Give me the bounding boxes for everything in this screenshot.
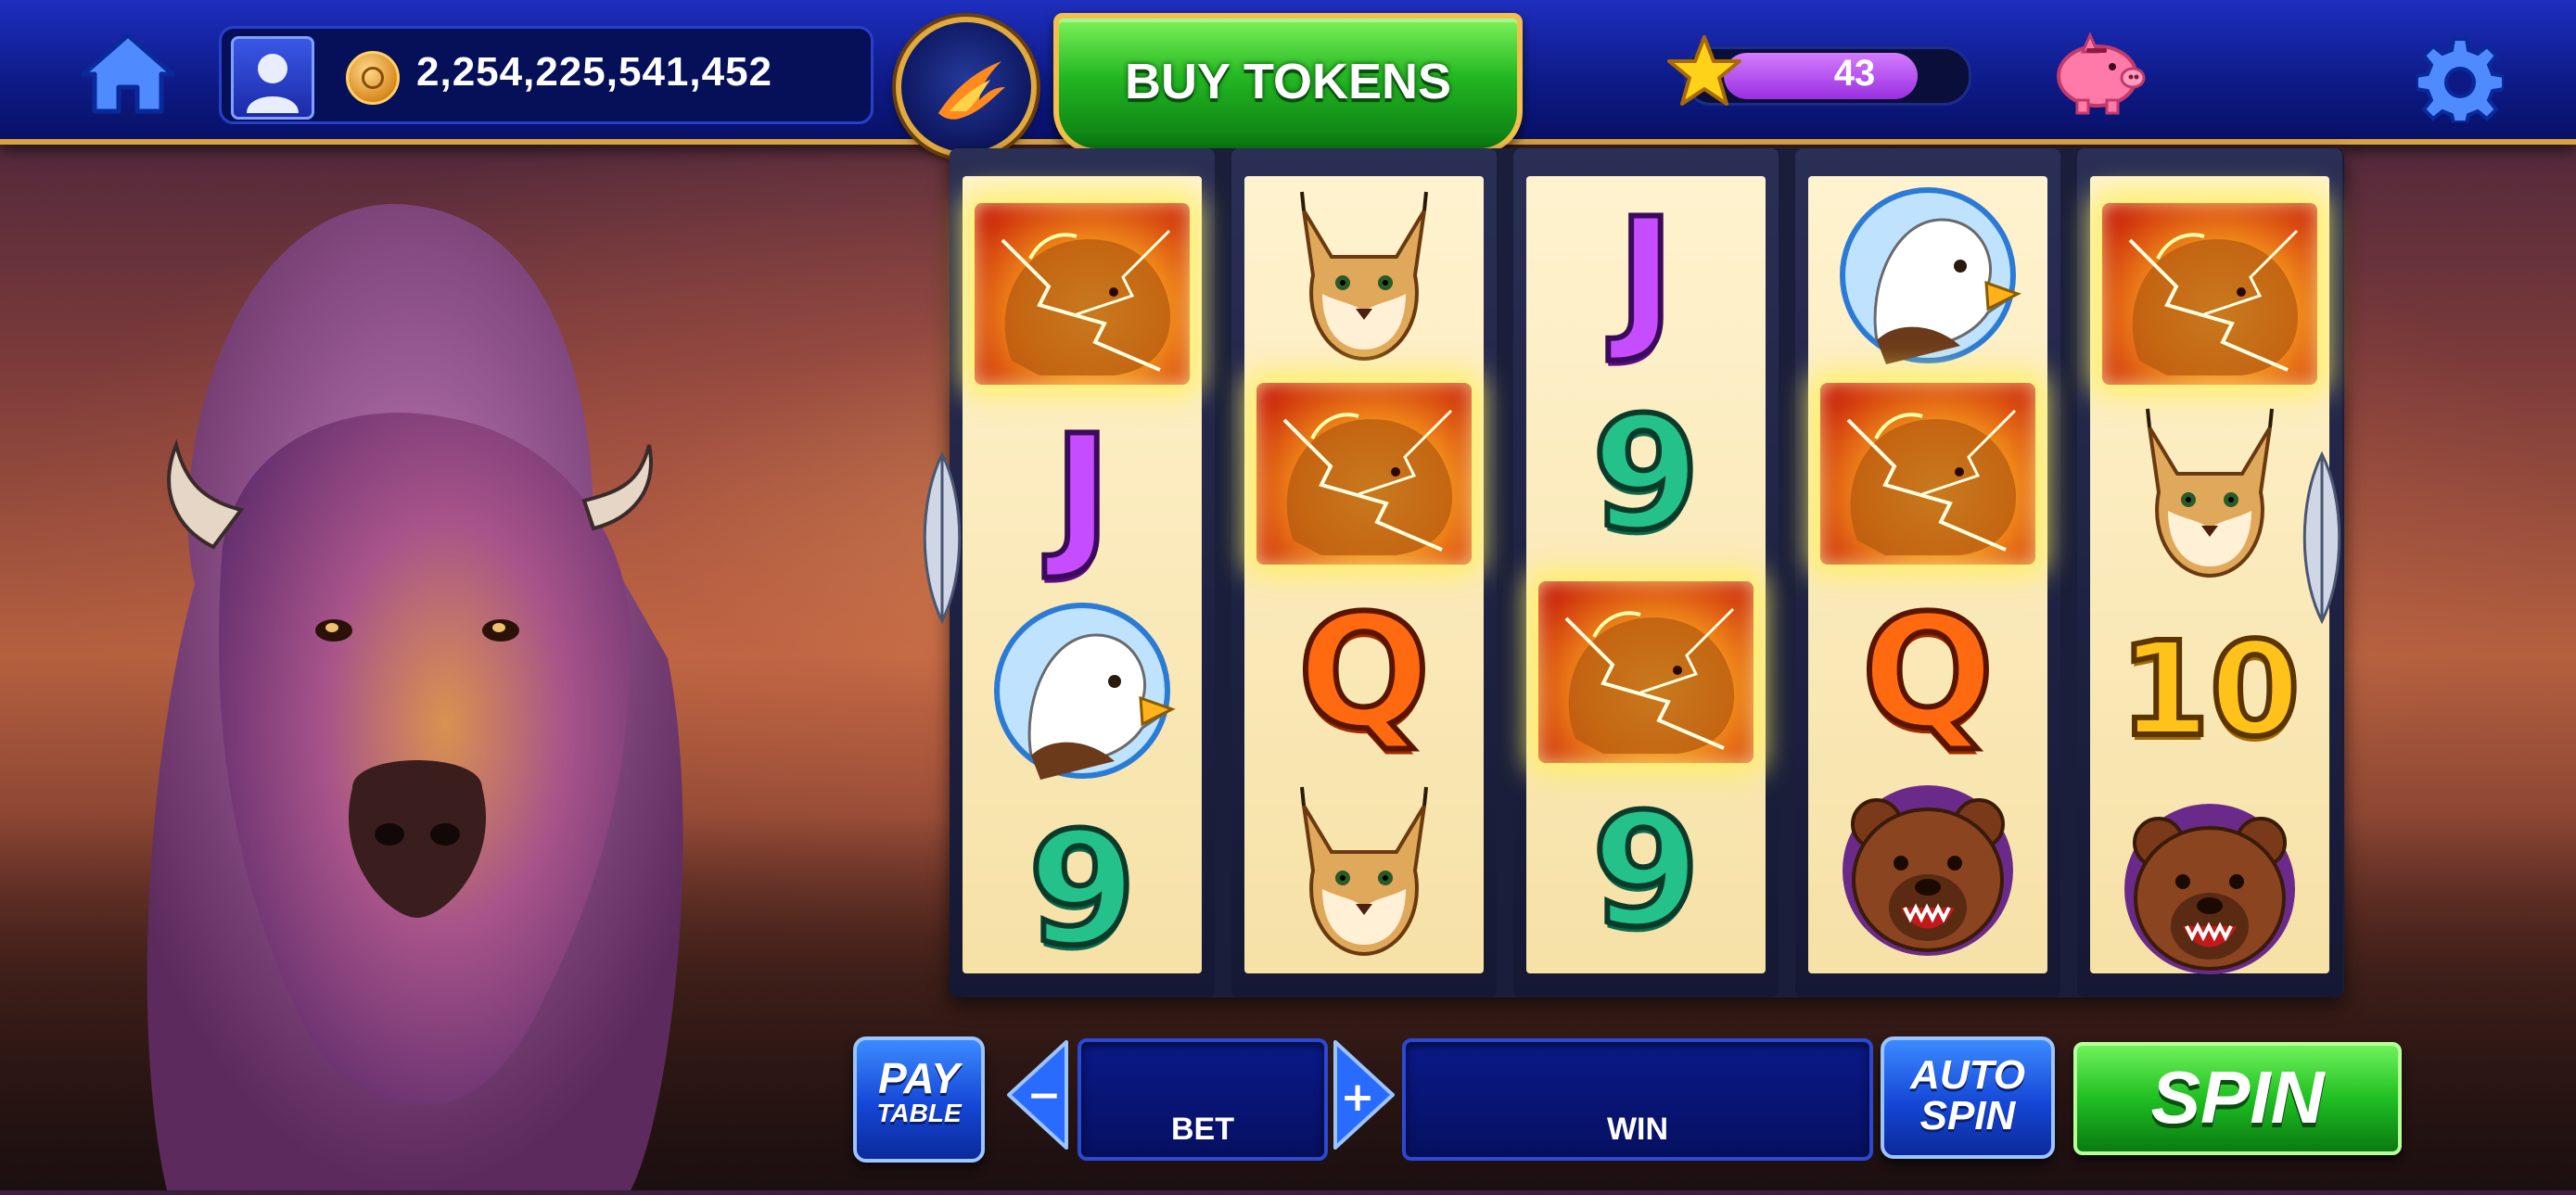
symbol-bison-icon	[2102, 203, 2317, 385]
buy-tokens-button[interactable]: BUY TOKENS	[1053, 13, 1523, 154]
symbol-q: Q	[1295, 581, 1434, 763]
symbol-eagle-icon	[985, 598, 1180, 783]
reel-cell	[1808, 771, 2047, 970]
bison-mascot	[111, 195, 779, 1190]
avatar-button[interactable]	[231, 36, 314, 120]
auto-spin-label-line2: SPIN	[1919, 1093, 2016, 1138]
top-bar: 2,254,225,541,452 BUY TOKENS 43	[0, 0, 2576, 158]
reel-cell	[1808, 375, 2047, 573]
reel-1: J9	[950, 148, 1215, 998]
home-button[interactable]	[80, 32, 176, 115]
symbol-bear-icon	[1830, 778, 2025, 963]
reel-cell: 9	[1526, 771, 1766, 970]
reel-cell	[2090, 790, 2329, 988]
reel-cell: 9	[963, 790, 1202, 988]
piggy-bank-icon	[2057, 32, 2146, 115]
symbol-lynx-icon	[1267, 183, 1461, 368]
feather-right-decoration	[2294, 445, 2350, 630]
arrow-left-icon: −	[1007, 1040, 1068, 1150]
reel-cell	[963, 195, 1202, 393]
feather-left-decoration	[914, 445, 970, 630]
reel-cell	[2090, 195, 2329, 393]
symbol-9: 9	[1589, 383, 1703, 565]
reel-cell	[1808, 176, 2047, 375]
bet-decrease-label: −	[1027, 1072, 1062, 1119]
bet-increase-button[interactable]: +	[1332, 1038, 1396, 1151]
pay-table-button[interactable]: PAY TABLE	[853, 1036, 985, 1163]
symbol-q: Q	[1859, 581, 1997, 763]
symbol-bear-icon	[2112, 796, 2307, 982]
symbol-j: J	[1614, 184, 1677, 366]
phoenix-badge[interactable]	[896, 17, 1037, 158]
symbol-lynx-icon	[2112, 400, 2307, 585]
reel-3: J99	[1513, 148, 1779, 998]
symbol-bison-icon	[1256, 383, 1472, 565]
auto-spin-label-line1: AUTO	[1910, 1052, 2025, 1098]
pay-table-label-line1: PAY	[878, 1054, 960, 1102]
reel-strip: Q	[1808, 176, 2047, 973]
reel-cell: J	[963, 393, 1202, 591]
reel-cell	[1244, 771, 1484, 970]
gear-icon	[2415, 37, 2506, 124]
reel-2: Q	[1231, 148, 1497, 998]
symbol-bison-icon	[1820, 383, 2035, 565]
bet-decrease-button[interactable]: −	[1005, 1038, 1070, 1151]
piggy-bank-button[interactable]	[2046, 24, 2148, 117]
symbol-lynx-icon	[1267, 778, 1461, 963]
balance-panel: 2,254,225,541,452	[219, 26, 874, 124]
reel-cell	[963, 591, 1202, 790]
win-label: WIN	[1606, 1112, 1669, 1147]
symbol-9: 9	[1026, 798, 1140, 980]
balance-value: 2,254,225,541,452	[416, 49, 773, 95]
reel-strip: Q	[1244, 176, 1484, 973]
bet-display: BET	[1078, 1038, 1328, 1161]
pay-table-label-line2: TABLE	[876, 1099, 962, 1127]
coin-icon	[346, 51, 400, 105]
symbol-j: J	[1051, 401, 1114, 583]
bet-label: BET	[1171, 1112, 1234, 1147]
symbol-bison-icon	[975, 203, 1190, 385]
reel-cell	[1244, 176, 1484, 375]
arrow-right-icon: +	[1333, 1040, 1395, 1150]
user-icon	[247, 54, 299, 113]
reel-4: Q	[1795, 148, 2060, 998]
symbol-10: 10	[2117, 615, 2303, 766]
level-value: 43	[1833, 53, 1876, 94]
symbol-9: 9	[1589, 780, 1703, 961]
reels-panel: J 9 Q J 9 9 Q 10	[950, 148, 2344, 998]
symbol-eagle-icon	[1830, 183, 2025, 368]
spin-button[interactable]: SPIN	[2073, 1042, 2402, 1155]
reel-cell	[1244, 375, 1484, 573]
win-display: WIN	[1402, 1038, 1873, 1161]
bet-increase-label: +	[1341, 1074, 1375, 1121]
auto-spin-button[interactable]: AUTO SPIN	[1881, 1036, 2055, 1159]
reel-cell	[1526, 573, 1766, 771]
star-icon	[1665, 33, 1743, 111]
reel-cell: J	[1526, 176, 1766, 375]
reel-cell: Q	[1244, 573, 1484, 771]
settings-button[interactable]	[2415, 35, 2506, 124]
reel-cell: 9	[1526, 375, 1766, 573]
reel-cell: Q	[1808, 573, 2047, 771]
home-icon	[81, 32, 175, 114]
reel-strip: J9	[963, 176, 1202, 973]
phoenix-icon	[938, 61, 1005, 120]
symbol-bison-icon	[1538, 581, 1753, 763]
reel-strip: J99	[1526, 176, 1766, 973]
